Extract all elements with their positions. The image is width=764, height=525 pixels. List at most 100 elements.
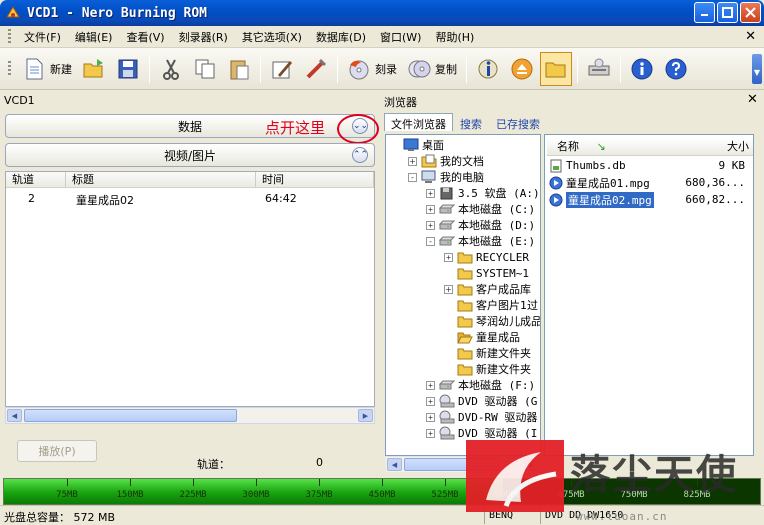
tab-file-browser[interactable]: 文件浏览器 (384, 113, 453, 131)
tree-expander-icon[interactable]: + (426, 188, 435, 198)
scroll-right-icon[interactable]: ▶ (358, 409, 373, 422)
menu-bar: 文件(F) 编辑(E) 查看(V) 刻录器(R) 其它选项(X) 数据库(D) … (0, 26, 764, 48)
copy-disc-button[interactable]: 复制 (403, 52, 461, 86)
menu-view[interactable]: 查看(V) (119, 29, 171, 45)
scroll-left-icon[interactable]: ◀ (387, 458, 402, 471)
capacity-tick-mark (382, 479, 383, 486)
scroll-left-icon[interactable]: ◀ (7, 409, 22, 422)
tree-item[interactable]: +3.5 软盘 (A:) (426, 185, 540, 201)
file-name: Thumbs.db (566, 159, 626, 172)
paste-clipboard-icon (227, 57, 251, 81)
folder-icon (457, 282, 473, 296)
column-header-size[interactable]: 大小 (707, 138, 753, 156)
info-icon (630, 57, 654, 81)
maximize-button[interactable] (717, 2, 738, 23)
tab-search[interactable]: 搜索 (453, 113, 489, 131)
menu-help[interactable]: 帮助(H) (428, 29, 481, 45)
recorder-button[interactable] (583, 52, 615, 86)
menu-grip[interactable] (8, 28, 11, 45)
capacity-tick-mark (193, 479, 194, 486)
save-button[interactable] (112, 52, 144, 86)
tree-expander-icon[interactable]: + (444, 252, 453, 262)
cut-button[interactable] (155, 52, 187, 86)
toolbar-grip[interactable] (8, 60, 11, 77)
tree-item[interactable]: 桌面 (403, 137, 444, 153)
disc-info-icon (476, 57, 500, 81)
tree-item[interactable]: + DVD 驱动器 (I:) (426, 425, 540, 441)
toolbar-separator (260, 54, 261, 83)
toolbar-overflow-chevron-icon[interactable]: ▼ (752, 54, 762, 84)
close-document-icon[interactable]: ✕ (745, 29, 756, 44)
total-capacity-text: 光盘总容量： 572 MB (4, 511, 116, 524)
disc-info-button[interactable] (472, 52, 504, 86)
file-size: 9 KB (718, 159, 746, 172)
tab-saved-search[interactable]: 已存搜索 (489, 113, 547, 131)
tree-item-label: 3.5 软盘 (A:) (458, 187, 540, 200)
tree-expander-icon[interactable]: - (426, 236, 435, 246)
about-button[interactable] (626, 52, 658, 86)
tree-item[interactable]: + DVD 驱动器 (G:) (426, 393, 540, 409)
tree-item[interactable]: + 我的文档 (408, 153, 484, 169)
tree-item[interactable]: 琴润幼儿成品 (457, 313, 540, 329)
tree-item[interactable]: + DVD-RW 驱动器 ( (426, 409, 540, 425)
tree-item[interactable]: 新建文件夹 (457, 361, 531, 377)
close-button[interactable] (740, 2, 761, 23)
folder-icon (457, 266, 473, 280)
title-bar[interactable]: VCD1 - Nero Burning ROM (0, 0, 764, 26)
copy-label: 复制 (435, 62, 457, 76)
tree-expander-icon[interactable]: + (408, 156, 417, 166)
minimize-button[interactable] (694, 2, 715, 23)
new-document-icon (22, 57, 46, 81)
file-browser-toggle[interactable] (540, 51, 572, 86)
column-header-track[interactable]: 轨道 (6, 172, 66, 188)
tree-item[interactable]: 童星成品 (457, 329, 520, 345)
tree-expander-icon[interactable]: - (408, 172, 417, 182)
column-header-title[interactable]: 标题 (66, 172, 256, 188)
browser-close-icon[interactable]: ✕ (747, 92, 758, 107)
tree-item[interactable]: - 我的电脑 (408, 169, 484, 185)
play-button[interactable]: 播放(P) (17, 440, 97, 462)
tree-item[interactable]: + 客户成品库 (444, 281, 531, 297)
new-button[interactable]: 新建 (18, 52, 76, 86)
track-table-scrollbar[interactable]: ◀ ▶ (5, 407, 375, 424)
tree-expander-icon[interactable]: + (426, 428, 435, 438)
menu-window[interactable]: 窗口(W) (373, 29, 428, 45)
menu-edit[interactable]: 编辑(E) (68, 29, 120, 45)
tree-item[interactable]: + 本地磁盘 (C:) (426, 201, 535, 217)
video-section-header[interactable]: 视频/图片 ⌃⌃ (5, 143, 375, 167)
wizard-button[interactable] (300, 52, 332, 86)
tree-expander-icon[interactable]: + (444, 284, 453, 294)
column-header-name[interactable]: 名称 ↘ (547, 138, 707, 156)
scroll-thumb[interactable] (24, 409, 237, 422)
tree-item[interactable]: + 本地磁盘 (D:) (426, 217, 535, 233)
tree-item[interactable]: SYSTEM~1 (457, 265, 529, 281)
burn-button[interactable]: 刻录 (343, 52, 401, 86)
list-item[interactable]: 童星成品01.mpg 680,36... (549, 174, 753, 191)
tree-item[interactable]: + RECYCLER (444, 249, 529, 265)
list-item[interactable]: Thumbs.db 9 KB (549, 157, 753, 174)
eject-button[interactable] (506, 52, 538, 86)
open-folder-icon (457, 330, 473, 344)
capacity-tick-label: 450MB (368, 490, 396, 500)
tree-expander-icon[interactable]: + (426, 380, 435, 390)
tree-item[interactable]: 新建文件夹 (457, 345, 531, 361)
tree-expander-icon[interactable]: + (426, 204, 435, 214)
menu-file[interactable]: 文件(F) (17, 29, 68, 45)
copy-toolbar-button[interactable] (189, 52, 221, 86)
collapse-chevron-icon[interactable]: ⌃⌃ (352, 147, 368, 163)
tree-expander-icon[interactable]: + (426, 396, 435, 406)
help-button[interactable] (660, 52, 692, 86)
menu-recorder[interactable]: 刻录器(R) (172, 29, 235, 45)
column-header-time[interactable]: 时间 (256, 172, 374, 188)
tree-item[interactable]: - 本地磁盘 (E:) (426, 233, 535, 249)
menu-extras[interactable]: 其它选项(X) (235, 29, 309, 45)
paste-button[interactable] (223, 52, 255, 86)
tree-item[interactable]: + 本地磁盘 (F:) (426, 377, 535, 393)
tree-item[interactable]: 客户图片1过 (457, 297, 538, 313)
list-item-selected[interactable]: 童星成品02.mpg 660,82... (549, 191, 753, 208)
properties-button[interactable] (266, 52, 298, 86)
menu-database[interactable]: 数据库(D) (309, 29, 373, 45)
tree-expander-icon[interactable]: + (426, 220, 435, 230)
open-button[interactable] (78, 52, 110, 86)
tree-expander-icon[interactable]: + (426, 412, 435, 422)
